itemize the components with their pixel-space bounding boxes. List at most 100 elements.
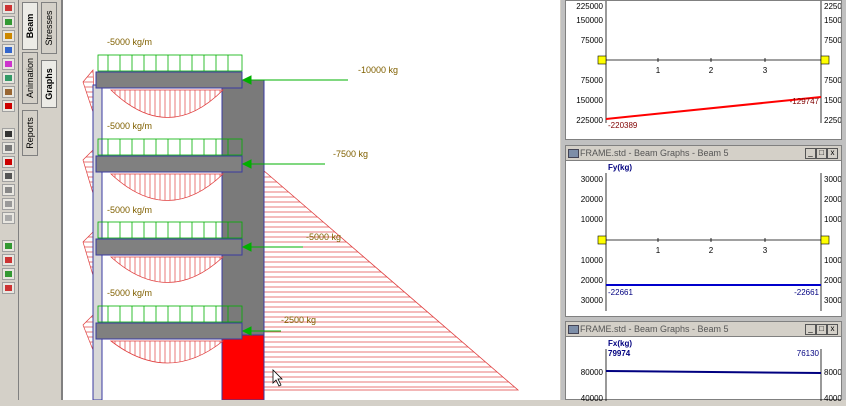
top-graph-end-marker[interactable] xyxy=(820,55,830,65)
graph-window-fy-title: FRAME.std - Beam Graphs - Beam 5 xyxy=(580,148,729,158)
tab-reports-label: Reports xyxy=(25,117,35,149)
fy-graph-start-marker[interactable] xyxy=(597,235,607,245)
fx-ytick-left-1: 80000 xyxy=(581,368,604,377)
graph-window-fy: FRAME.std - Beam Graphs - Beam 5 _ □ x F… xyxy=(565,145,846,317)
load-case-3-icon[interactable] xyxy=(2,268,15,280)
fy-ytick-right-5: 10000 xyxy=(824,256,841,265)
beam-tool-icon[interactable] xyxy=(2,30,15,42)
fy-ytick-right-3: 10000 xyxy=(824,215,841,224)
point-load-label-2: -7500 kg xyxy=(333,149,368,159)
fy-ytick-left-1: 30000 xyxy=(581,175,604,184)
floor-beam-1[interactable] xyxy=(95,71,243,89)
graph-window-fx-titlebar[interactable]: FRAME.std - Beam Graphs - Beam 5 _ □ x xyxy=(566,322,841,337)
floor-beam-3[interactable] xyxy=(95,238,243,256)
udl-label-1: -5000 kg/m xyxy=(107,37,152,47)
fy-quantity-label: Fy(kg) xyxy=(608,163,632,172)
property-tool-icon[interactable] xyxy=(2,128,15,140)
fx-graph: Fx(kg) 80000 40000 80000 40000 79974 761… xyxy=(581,339,846,403)
rotate-tool-icon[interactable] xyxy=(2,86,15,98)
tab-stresses[interactable]: Stresses xyxy=(41,2,57,54)
fx-quantity-label: Fx(kg) xyxy=(608,339,632,348)
moment-graph: 225000 150000 75000 2 75000 150000 22500… xyxy=(576,1,846,130)
tab-reports[interactable]: Reports xyxy=(22,110,38,156)
node-tool-icon[interactable] xyxy=(2,16,15,28)
fy-ytick-right-1: 30000 xyxy=(824,175,841,184)
section-tool-icon[interactable] xyxy=(2,184,15,196)
add-tool-icon[interactable] xyxy=(2,100,15,112)
tab-graphs[interactable]: Graphs xyxy=(41,60,57,108)
frame-drawing-canvas[interactable]: -5000 kg/m -5000 kg/m -5000 kg/m -5000 k… xyxy=(62,0,560,401)
top-ytick-right-5: 75000 xyxy=(824,76,841,85)
cursor-tool-icon[interactable] xyxy=(2,170,15,182)
flag-tool-icon[interactable] xyxy=(2,156,15,168)
top-graph-end-value: -129747 xyxy=(790,97,820,106)
select-tool-icon[interactable] xyxy=(2,2,15,14)
tab-animation-label: Animation xyxy=(25,57,35,99)
support-tool-icon[interactable] xyxy=(2,58,15,70)
frame-drawing-svg: -5000 kg/m -5000 kg/m -5000 kg/m -5000 k… xyxy=(82,37,520,401)
fy-ytick-left-5: 10000 xyxy=(581,256,604,265)
fx-ytick-right-1: 80000 xyxy=(824,368,841,377)
release-tool-icon[interactable] xyxy=(2,142,15,154)
grid-tool-icon[interactable] xyxy=(2,212,15,224)
top-ytick-right-1: 225000 xyxy=(824,2,841,11)
fy-xtick-3: 3 xyxy=(763,246,768,255)
top-ytick-left-5: 75000 xyxy=(581,76,604,85)
top-graph-start-marker[interactable] xyxy=(597,55,607,65)
top-ytick-right-3: 75000 xyxy=(824,36,841,45)
tab-beam[interactable]: Beam xyxy=(22,2,38,50)
fx-graph-line xyxy=(605,370,822,374)
point-load-label-1: -10000 kg xyxy=(358,65,398,75)
fy-ytick-left-6: 20000 xyxy=(581,276,604,285)
material-tool-icon[interactable] xyxy=(2,198,15,210)
point-load-label-4: -2500 kg xyxy=(281,315,316,325)
floor-beam-2[interactable] xyxy=(95,155,243,173)
fy-graph-end-marker[interactable] xyxy=(820,235,830,245)
load-case-2-icon[interactable] xyxy=(2,254,15,266)
tab-graphs-label: Graphs xyxy=(44,68,54,100)
top-graph-start-value: -220389 xyxy=(608,121,638,130)
close-button[interactable]: x xyxy=(827,148,838,159)
top-xtick-2: 2 xyxy=(709,66,714,75)
top-ytick-left-1: 225000 xyxy=(576,2,603,11)
window-icon xyxy=(568,325,579,334)
fy-graph-start-value: -22661 xyxy=(608,288,633,297)
graph-window-fy-titlebar[interactable]: FRAME.std - Beam Graphs - Beam 5 _ □ x xyxy=(566,146,841,161)
load-tool-icon[interactable] xyxy=(2,72,15,84)
floor-beam-4[interactable] xyxy=(95,322,243,340)
top-xtick-1: 1 xyxy=(656,66,661,75)
minimize-button[interactable]: _ xyxy=(805,324,816,335)
fy-ytick-right-2: 20000 xyxy=(824,195,841,204)
fx-graph-start-value: 79974 xyxy=(608,349,631,358)
tab-stresses-label: Stresses xyxy=(44,10,54,46)
load-case-4-icon[interactable] xyxy=(2,282,15,294)
graph-window-moment: 225000 150000 75000 2 75000 150000 22500… xyxy=(565,0,846,140)
tab-beam-label: Beam xyxy=(25,13,35,39)
fy-xtick-1: 1 xyxy=(656,246,661,255)
fy-ytick-left-2: 20000 xyxy=(581,195,604,204)
minimize-button[interactable]: _ xyxy=(805,148,816,159)
maximize-button[interactable]: □ xyxy=(816,324,827,335)
right-column xyxy=(221,79,265,336)
graph-window-fx: FRAME.std - Beam Graphs - Beam 5 _ □ x F… xyxy=(565,321,846,403)
load-case-1-icon[interactable] xyxy=(2,240,15,252)
maximize-button[interactable]: □ xyxy=(816,148,827,159)
fy-xtick-2: 2 xyxy=(709,246,714,255)
page-control-tabs: Beam Animation Reports Stresses Graphs xyxy=(19,0,62,400)
beam-graphs-panel: 225000 150000 75000 2 75000 150000 22500… xyxy=(561,0,846,403)
left-toolbar xyxy=(0,0,19,400)
fy-ytick-right-6: 20000 xyxy=(824,276,841,285)
udl-label-3: -5000 kg/m xyxy=(107,205,152,215)
fy-ytick-left-3: 10000 xyxy=(581,215,604,224)
selected-column-segment[interactable] xyxy=(221,334,265,401)
close-button[interactable]: x xyxy=(827,324,838,335)
top-ytick-right-7: 225000 xyxy=(824,116,841,125)
tab-animation[interactable]: Animation xyxy=(22,52,38,104)
move-tool-icon[interactable] xyxy=(2,44,15,56)
top-xtick-3: 3 xyxy=(763,66,768,75)
fy-graph: Fy(kg) 30000 20000 10000 2 10000 20000 3… xyxy=(581,163,846,311)
fy-graph-end-value: -22661 xyxy=(794,288,819,297)
top-ytick-left-3: 75000 xyxy=(581,36,604,45)
fx-graph-end-value: 76130 xyxy=(797,349,820,358)
top-ytick-right-2: 150000 xyxy=(824,16,841,25)
